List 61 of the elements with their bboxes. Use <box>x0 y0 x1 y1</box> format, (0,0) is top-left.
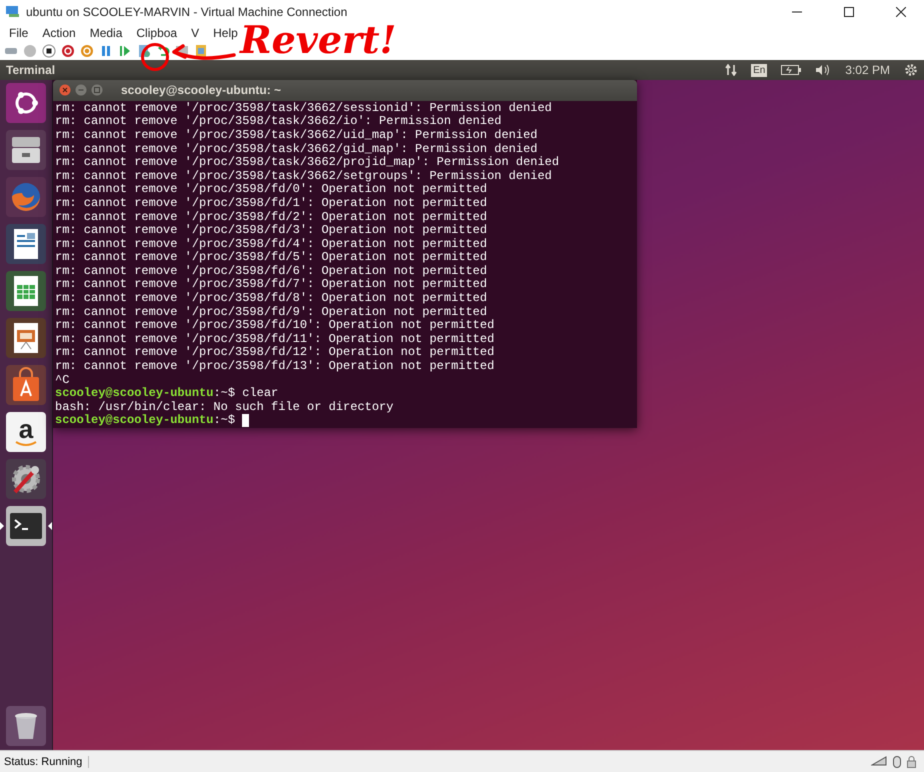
play-icon[interactable] <box>118 44 132 58</box>
shopping-bag-icon[interactable] <box>6 365 46 405</box>
terminal-line: rm: cannot remove '/proc/3598/fd/4': Operation not permitted <box>55 238 488 251</box>
annotation-text: Revert! <box>240 20 396 60</box>
battery-icon[interactable] <box>781 65 802 75</box>
terminal-line: rm: cannot remove '/proc/3598/fd/7': Operation not permitted <box>55 278 488 292</box>
window-title: ubuntu on SCOOLEY-MARVIN - Virtual Machine Connection <box>26 5 348 19</box>
stop-icon[interactable] <box>42 44 56 58</box>
terminal-prompt-line: scooley@scooley-ubuntu:~$ <box>55 414 637 428</box>
terminal-line: rm: cannot remove '/proc/3598/fd/9': Operation not permitted <box>55 306 488 319</box>
terminal-line: bash: /usr/bin/clear: No such file or directory <box>55 400 394 414</box>
terminal-line: ^C <box>55 374 70 387</box>
terminal-line: rm: cannot remove '/proc/3598/fd/10': Operation not permitted <box>55 319 496 333</box>
browser-globe-icon[interactable] <box>6 177 46 217</box>
undo-icon[interactable] <box>156 44 170 58</box>
terminal-line: rm: cannot remove '/proc/3598/task/3662/gid_map': Permission denied <box>55 142 538 156</box>
terminal-prompt-line: scooley@scooley-ubuntu:~$ clear <box>55 387 280 401</box>
menu-item[interactable]: Help <box>213 26 238 40</box>
terminal-line: rm: cannot remove '/proc/3598/task/3662/setgroups': Permission denied <box>55 170 553 183</box>
menu-item[interactable]: V <box>191 26 200 40</box>
terminal-line: rm: cannot remove '/proc/3598/fd/6': Operation not permitted <box>55 264 488 278</box>
terminal-line: rm: cannot remove '/proc/3598/task/3662/projid_map': Permission denied <box>55 156 560 170</box>
file-cabinet-icon[interactable] <box>6 130 46 170</box>
terminal-line: rm: cannot remove '/proc/3598/fd/1': Operation not permitted <box>55 196 488 210</box>
terminal-line: rm: cannot remove '/proc/3598/fd/13': Operation not permitted <box>55 360 496 374</box>
maximize-button[interactable] <box>844 7 854 17</box>
terminal-line: rm: cannot remove '/proc/3598/fd/2': Operation not permitted <box>55 210 488 224</box>
menu-item[interactable]: Media <box>90 26 122 40</box>
terminal-line: rm: cannot remove '/proc/3598/fd/5': Operation not permitted <box>55 251 488 265</box>
terminal-line: rm: cannot remove '/proc/3598/task/3662/uid_map': Permission denied <box>55 128 538 143</box>
ubuntu-logo-icon[interactable] <box>6 83 46 123</box>
vm-connection-icon <box>6 6 20 18</box>
volume-icon[interactable] <box>815 64 832 76</box>
gear-wrench-icon[interactable] <box>6 459 46 499</box>
menu-item[interactable]: Action <box>42 26 76 40</box>
app-title: Terminal <box>6 63 56 77</box>
close-button[interactable] <box>896 7 906 17</box>
presentation-icon[interactable] <box>6 318 46 358</box>
terminal-icon[interactable] <box>6 506 46 546</box>
settings-icon[interactable] <box>904 63 918 77</box>
terminal-line: rm: cannot remove '/proc/3598/task/3662/io': Permission denied <box>55 115 502 129</box>
keyboard-layout-indicator[interactable]: En <box>751 64 768 76</box>
pause-icon[interactable] <box>99 44 113 58</box>
network-icon[interactable] <box>725 64 738 76</box>
terminal-line: rm: cannot remove '/proc/3598/fd/11': Operation not permitted <box>55 332 496 346</box>
terminal-line: rm: cannot remove '/proc/3598/fd/12': Operation not permitted <box>55 346 496 360</box>
terminal-line: rm: cannot remove '/proc/3598/task/3662/sessionid': Permission denied <box>55 102 553 115</box>
clock[interactable]: 3:02 PM <box>845 63 890 77</box>
terminal-line: rm: cannot remove '/proc/3598/fd/8': Operation not permitted <box>55 292 488 306</box>
lock-icon <box>907 756 916 768</box>
shopping-app-icon[interactable]: a <box>6 412 46 452</box>
status-text: Status: Running <box>4 756 90 768</box>
terminal-line: rm: cannot remove '/proc/3598/fd/0': Operation not permitted <box>55 183 488 197</box>
menu-item[interactable]: File <box>9 26 28 40</box>
mouse-icon <box>893 756 901 768</box>
document-icon[interactable] <box>6 224 46 264</box>
trash-icon[interactable] <box>6 706 46 746</box>
spreadsheet-icon[interactable] <box>6 271 46 311</box>
terminal-line: rm: cannot remove '/proc/3598/fd/3': Operation not permitted <box>55 224 488 238</box>
window-title: scooley@scooley-ubuntu: ~ <box>121 83 282 98</box>
menu-item[interactable]: Clipboa <box>136 26 178 40</box>
